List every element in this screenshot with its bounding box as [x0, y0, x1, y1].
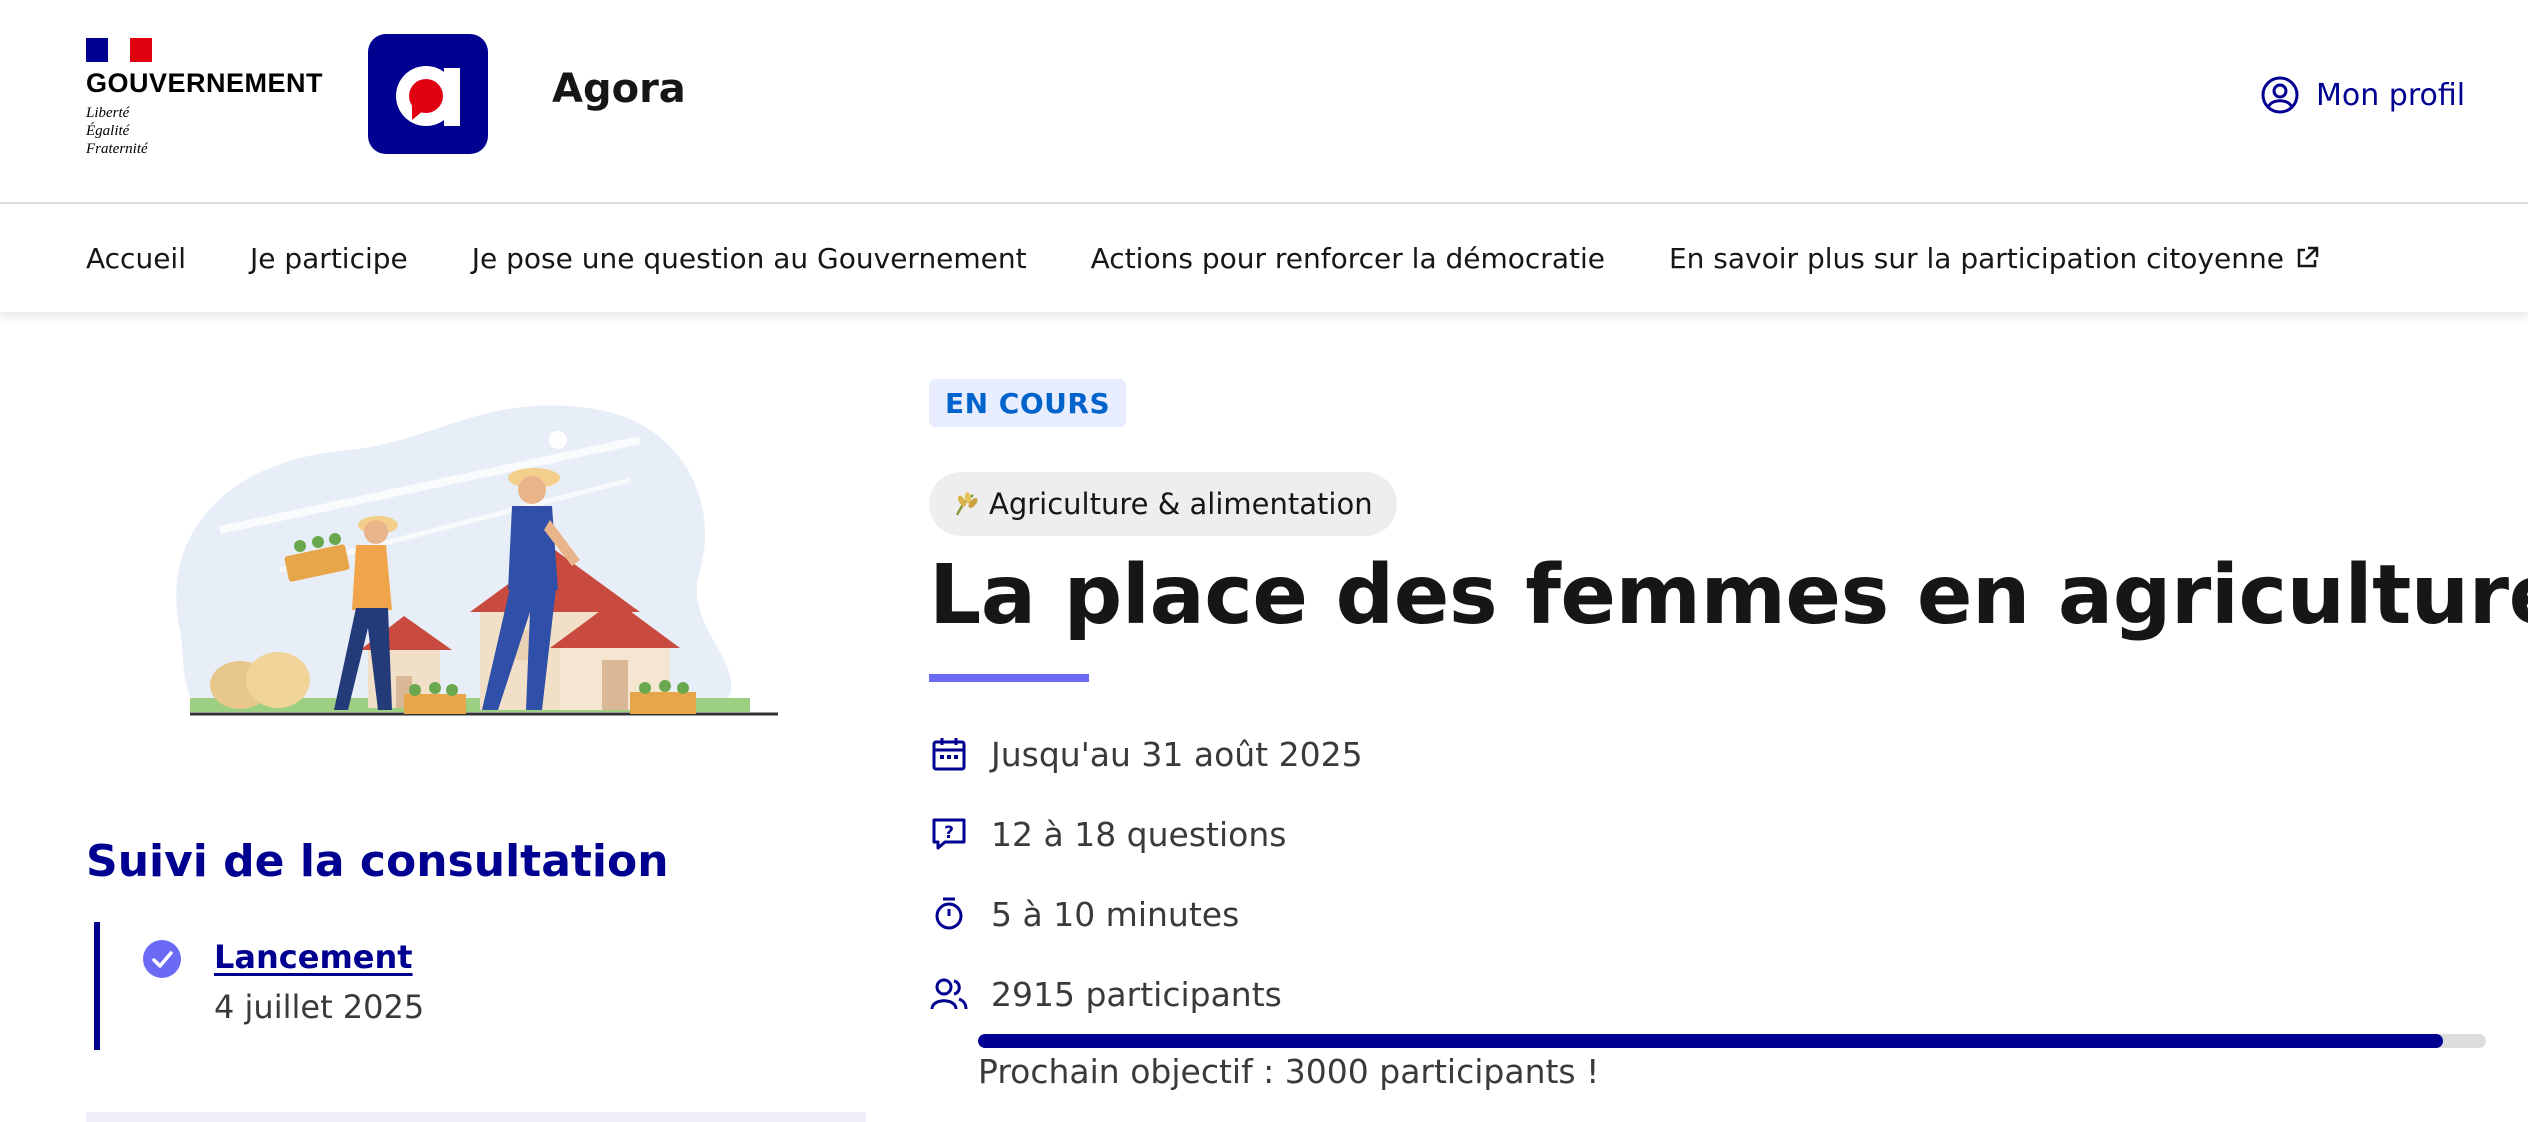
title-accent-bar	[929, 674, 1089, 682]
user-circle-icon	[2261, 76, 2299, 114]
nav-item-participation-citoyenne[interactable]: En savoir plus sur la participation cito…	[1669, 242, 2320, 275]
profile-label: Mon profil	[2316, 77, 2466, 113]
timeline-bar	[94, 922, 100, 1050]
thematique-tag: Agriculture & alimentation	[929, 472, 1397, 536]
gov-motto: Liberté Égalité Fraternité	[86, 104, 148, 158]
step-lancement-link[interactable]: Lancement	[214, 938, 413, 976]
suivi-title: Suivi de la consultation	[86, 836, 669, 887]
meta-questions: ? 12 à 18 questions	[929, 812, 1286, 856]
step-date: 4 juillet 2025	[214, 988, 425, 1026]
motto-egalite: Égalité	[86, 123, 130, 139]
question-bubble-icon: ?	[929, 814, 969, 854]
gov-name: GOUVERNEMENT	[86, 68, 324, 98]
marianne-flag-icon	[86, 38, 152, 62]
farm-women-illustration	[160, 380, 790, 730]
meta-duration: 5 à 10 minutes	[929, 892, 1239, 936]
nav-item-question-gouvernement[interactable]: Je pose une question au Gouvernement	[472, 242, 1027, 275]
main-navigation: Accueil Je participe Je pose une questio…	[0, 204, 2528, 312]
end-date-text: Jusqu'au 31 août 2025	[991, 734, 1363, 774]
thematique-label: Agriculture & alimentation	[989, 487, 1373, 521]
next-goal-text: Prochain objectif : 3000 participants !	[978, 1052, 1600, 1091]
site-header: GOUVERNEMENT Liberté Égalité Fraternité …	[0, 0, 2528, 204]
users-icon	[929, 974, 969, 1014]
nav-item-label: En savoir plus sur la participation cito…	[1668, 241, 2284, 275]
duration-text: 5 à 10 minutes	[991, 894, 1240, 934]
external-link-icon	[2297, 246, 2319, 268]
motto-liberte: Liberté	[86, 105, 130, 121]
consultation-title: La place des femmes en agriculture	[929, 548, 2528, 643]
check-circle-icon	[143, 940, 181, 978]
nav-item-accueil[interactable]: Accueil	[86, 242, 186, 275]
questions-text: 12 à 18 questions	[991, 814, 1287, 854]
app-name: Agora	[552, 66, 686, 112]
motto-fraternite: Fraternité	[86, 141, 148, 157]
profile-link[interactable]: Mon profil	[2260, 70, 2465, 120]
status-badge: EN COURS	[929, 379, 1127, 427]
participants-text: 2915 participants	[991, 974, 1282, 1014]
participants-progress-bar	[978, 1034, 2486, 1048]
nav-item-actions-democratie[interactable]: Actions pour renforcer la démocratie	[1091, 242, 1605, 275]
nav-item-je-participe[interactable]: Je participe	[250, 242, 408, 275]
wheat-icon	[955, 492, 978, 516]
next-step-panel	[86, 1112, 866, 1122]
calendar-icon	[929, 734, 969, 774]
meta-end-date: Jusqu'au 31 août 2025	[929, 732, 1363, 776]
svg-text:?: ?	[944, 823, 954, 843]
agora-logo[interactable]	[368, 34, 488, 154]
timer-icon	[929, 894, 969, 934]
meta-participants: 2915 participants	[929, 972, 1282, 1016]
gouvernement-logo[interactable]: GOUVERNEMENT Liberté Égalité Fraternité	[86, 38, 323, 158]
progress-fill	[978, 1034, 2444, 1048]
